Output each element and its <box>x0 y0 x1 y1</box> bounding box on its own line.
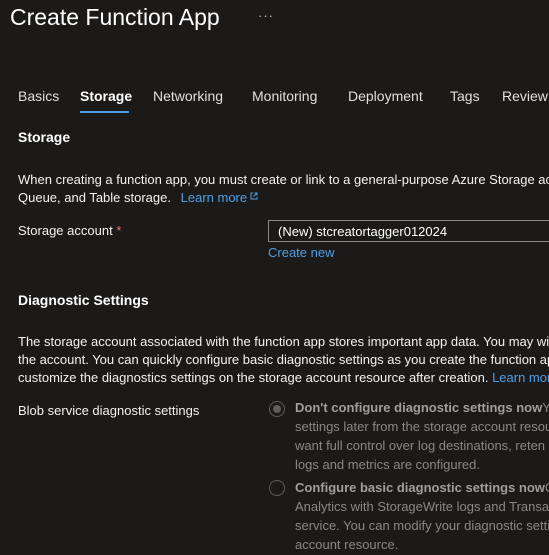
required-marker: * <box>116 223 122 238</box>
external-link-icon <box>250 192 258 200</box>
diagnostic-description-text: customize the diagnostics settings on th… <box>18 370 489 385</box>
create-new-storage-link[interactable]: Create new <box>268 245 334 260</box>
diagnostic-description-line1: The storage account associated with the … <box>18 334 549 349</box>
tab-networking[interactable]: Networking <box>153 88 223 104</box>
dont-configure-option-title: Don't configure diagnostic settings now <box>295 400 543 415</box>
configure-basic-option-line4: account resource. <box>295 537 399 552</box>
configure-basic-option-text: Co <box>545 480 549 495</box>
diagnostic-description-line3: customize the diagnostics settings on th… <box>18 368 549 387</box>
configure-basic-radio[interactable] <box>269 480 285 496</box>
tab-deployment[interactable]: Deployment <box>348 88 423 104</box>
tab-basics[interactable]: Basics <box>18 88 59 104</box>
dont-configure-option-line1: Don't configure diagnostic settings nowY… <box>295 398 549 418</box>
storage-learn-more-label: Learn more <box>180 190 248 205</box>
tab-monitoring[interactable]: Monitoring <box>252 88 317 104</box>
diagnostic-description-line2: the account. You can quickly configure b… <box>18 352 549 367</box>
more-options-button[interactable]: ··· <box>258 8 274 23</box>
blob-diagnostic-label: Blob service diagnostic settings <box>18 403 200 418</box>
dont-configure-option-text: Yo <box>542 400 549 415</box>
storage-account-select[interactable]: (New) stcreatortagger012024 <box>268 220 549 242</box>
dont-configure-option-line2: settings later from the storage account … <box>295 419 549 434</box>
configure-basic-option-line3: service. You can modify your diagnostic … <box>295 518 549 533</box>
radio-selected-dot <box>273 405 281 413</box>
active-tab-indicator <box>80 111 129 113</box>
dont-configure-radio[interactable] <box>269 401 285 417</box>
dont-configure-option-line4: logs and metrics are configured. <box>295 457 480 472</box>
storage-learn-more-link[interactable]: Learn more <box>181 190 258 205</box>
storage-heading: Storage <box>18 129 71 145</box>
storage-account-label: Storage account * <box>18 223 121 238</box>
storage-description-line1: When creating a function app, you must c… <box>18 172 549 187</box>
tab-tags[interactable]: Tags <box>450 88 480 104</box>
dont-configure-option-line3: want full control over log destinations,… <box>295 438 546 453</box>
storage-description-text: Queue, and Table storage. <box>18 190 171 205</box>
tab-bar: Basics Storage Networking Monitoring Dep… <box>0 88 549 116</box>
diagnostic-settings-heading: Diagnostic Settings <box>18 292 149 308</box>
storage-description-line2: Queue, and Table storage. Learn more <box>18 188 258 207</box>
configure-basic-option-line2: Analytics with StorageWrite logs and Tra… <box>295 499 549 514</box>
configure-basic-option-line1: Configure basic diagnostic settings nowC… <box>295 478 549 498</box>
tab-storage[interactable]: Storage <box>80 88 132 104</box>
page-title: Create Function App <box>10 4 220 30</box>
diagnostic-learn-more-link[interactable]: Learn mor <box>492 370 549 385</box>
storage-account-label-text: Storage account <box>18 223 113 238</box>
configure-basic-option-title: Configure basic diagnostic settings now <box>295 480 545 495</box>
tab-review[interactable]: Review <box>502 88 548 104</box>
